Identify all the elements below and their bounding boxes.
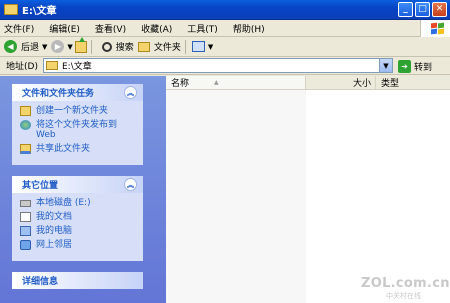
menu-view[interactable]: 查看(V)	[95, 22, 126, 35]
views-dropdown-icon[interactable]: ▼	[208, 43, 213, 51]
place-label: 我的文档	[36, 212, 73, 222]
collapse-icon[interactable]: ︽	[124, 178, 137, 191]
watermark: ZOL.com.cn 中关村在线	[361, 276, 450, 303]
publish-web-icon	[20, 120, 31, 130]
task-publish-web[interactable]: 将这个文件夹发布到 Web	[20, 120, 137, 140]
column-name-label: 名称	[171, 79, 190, 89]
folder-icon	[4, 4, 18, 15]
task-new-folder[interactable]: 创建一个新文件夹	[20, 106, 137, 116]
column-header-name[interactable]: 名称 ▲	[166, 76, 306, 89]
watermark-sub: 中关村在线	[386, 292, 421, 300]
menu-file[interactable]: 文件(F)	[4, 22, 34, 35]
toolbar-divider	[90, 39, 92, 54]
go-label: 转到	[414, 62, 433, 73]
back-dropdown-icon[interactable]: ▼	[42, 43, 47, 51]
toolbar-divider	[184, 39, 186, 54]
address-bar: 地址(D) E:\文章 ▼ ➔ 转到	[0, 57, 450, 75]
forward-dropdown-icon[interactable]: ▼	[67, 43, 72, 51]
task-pane: 文件和文件夹任务 ︽ 创建一个新文件夹 将这个文件夹发布到 Web 共享此文件夹	[0, 76, 166, 303]
task-label: 创建一个新文件夹	[36, 106, 109, 116]
folders-icon[interactable]	[137, 41, 150, 52]
menu-edit[interactable]: 编辑(E)	[49, 22, 80, 35]
places-panel: 其它位置 ︽ 本地磁盘 (E:) 我的文档 我的电脑 网上邻居	[12, 176, 143, 261]
go-button[interactable]: ➔ 转到	[398, 59, 432, 73]
task-share-folder[interactable]: 共享此文件夹	[20, 144, 137, 154]
close-button[interactable]: ✕	[432, 2, 447, 17]
details-panel: 详细信息	[12, 272, 143, 289]
place-label: 我的电脑	[36, 226, 73, 236]
details-panel-header[interactable]: 详细信息	[12, 272, 143, 289]
address-label: 地址(D)	[6, 62, 38, 72]
place-label: 网上邻居	[36, 240, 73, 250]
title-bar[interactable]: E:\文章 _ □ ✕	[0, 0, 450, 20]
search-icon[interactable]	[101, 41, 112, 52]
place-local-disk[interactable]: 本地磁盘 (E:)	[20, 198, 137, 208]
search-button[interactable]: 搜索	[116, 40, 134, 53]
menu-help[interactable]: 帮助(H)	[233, 22, 265, 35]
folders-button[interactable]: 文件夹	[154, 40, 181, 53]
column-type-label: 类型	[381, 79, 400, 89]
place-my-computer[interactable]: 我的电脑	[20, 226, 137, 236]
local-disk-icon	[20, 200, 31, 207]
address-value[interactable]: E:\文章	[62, 59, 92, 72]
collapse-icon[interactable]: ︽	[124, 86, 137, 99]
address-dropdown-icon[interactable]: ▼	[379, 59, 392, 72]
file-list[interactable]: 名称 ▲ 大小 类型 ZOL.com.cn 中关村在线	[166, 76, 450, 303]
tasks-panel: 文件和文件夹任务 ︽ 创建一个新文件夹 将这个文件夹发布到 Web 共享此文件夹	[12, 84, 143, 165]
tasks-panel-header[interactable]: 文件和文件夹任务 ︽	[12, 84, 143, 101]
back-button[interactable]: 后退	[21, 40, 39, 53]
task-label: 将这个文件夹发布到 Web	[36, 120, 118, 140]
watermark-main: ZOL.com.cn	[361, 276, 450, 291]
folder-icon	[46, 61, 58, 70]
menu-favorites[interactable]: 收藏(A)	[141, 22, 172, 35]
column-header-type[interactable]: 类型	[376, 76, 450, 89]
my-computer-icon	[20, 226, 31, 236]
sort-ascending-icon: ▲	[214, 79, 219, 86]
address-field[interactable]: E:\文章 ▼	[43, 58, 393, 73]
tasks-panel-title: 文件和文件夹任务	[22, 89, 95, 99]
details-panel-title: 详细信息	[22, 277, 59, 287]
column-size-label: 大小	[352, 79, 371, 89]
share-folder-icon	[20, 144, 31, 154]
new-folder-icon	[20, 106, 31, 116]
menu-bar: 文件(F) 编辑(E) 查看(V) 收藏(A) 工具(T) 帮助(H)	[0, 20, 450, 37]
back-arrow-icon[interactable]: ◀	[4, 40, 17, 53]
places-panel-header[interactable]: 其它位置 ︽	[12, 176, 143, 193]
my-documents-icon	[20, 212, 31, 222]
window-title: E:\文章	[22, 6, 57, 17]
column-header-size[interactable]: 大小	[306, 76, 376, 89]
name-column-highlight	[166, 90, 306, 303]
network-places-icon	[20, 240, 31, 250]
windows-logo-icon	[420, 20, 450, 37]
places-panel-title: 其它位置	[22, 181, 59, 191]
place-label: 本地磁盘 (E:)	[36, 198, 91, 208]
forward-button[interactable]: ▶	[51, 40, 65, 53]
toolbar: ◀ 后退 ▼ ▶ ▼ 搜索 文件夹 ▼	[0, 36, 450, 57]
menu-tools[interactable]: 工具(T)	[187, 22, 218, 35]
place-network[interactable]: 网上邻居	[20, 240, 137, 250]
go-arrow-icon: ➔	[398, 59, 411, 73]
views-icon[interactable]	[191, 41, 205, 52]
up-folder-button[interactable]	[74, 36, 87, 53]
minimize-button[interactable]: _	[398, 2, 413, 17]
maximize-button[interactable]: □	[415, 2, 430, 17]
explorer-window: E:\文章 _ □ ✕ 文件(F) 编辑(E) 查看(V) 收藏(A) 工具(T…	[0, 0, 450, 303]
task-label: 共享此文件夹	[36, 144, 91, 154]
place-my-documents[interactable]: 我的文档	[20, 212, 137, 222]
column-header-row: 名称 ▲ 大小 类型	[166, 76, 450, 90]
